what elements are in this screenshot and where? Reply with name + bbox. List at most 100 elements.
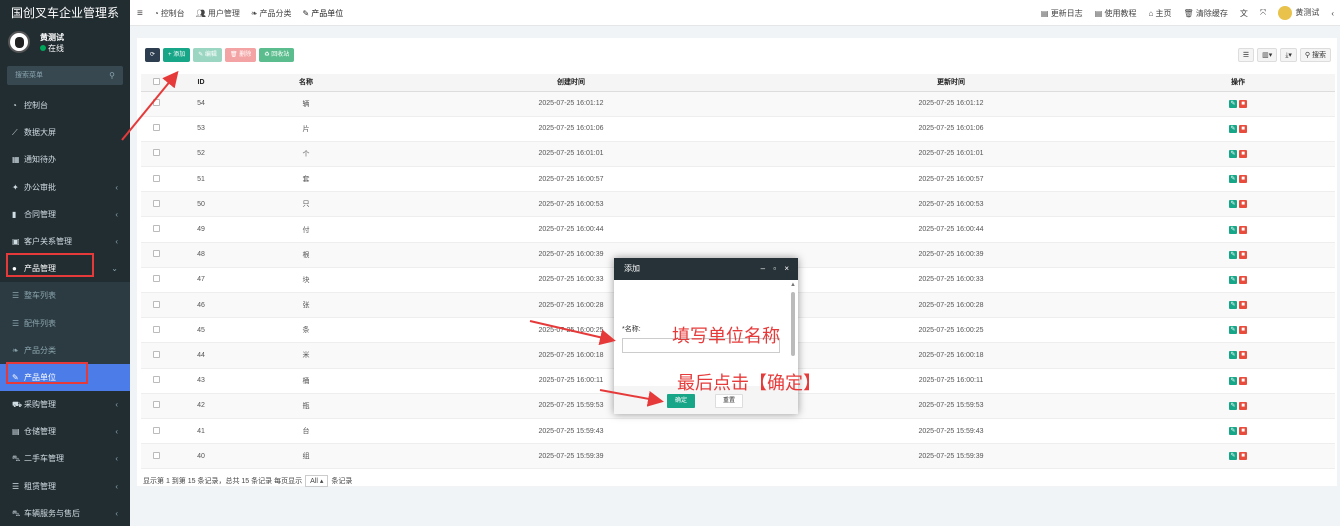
- delete-row-icon[interactable]: ■: [1239, 351, 1247, 360]
- edit-row-icon[interactable]: ✎: [1229, 326, 1237, 335]
- row-checkbox[interactable]: [141, 368, 171, 394]
- sidebar-item-dashboard[interactable]: ◔ 控制台: [0, 92, 130, 119]
- edit-row-icon[interactable]: ✎: [1229, 149, 1237, 158]
- confirm-button[interactable]: 确定: [667, 394, 695, 408]
- delete-row-icon[interactable]: ■: [1239, 149, 1247, 158]
- reset-button[interactable]: 重置: [715, 394, 743, 408]
- edit-row-icon[interactable]: ✎: [1229, 250, 1237, 259]
- translate-icon[interactable]: 文: [1240, 8, 1248, 19]
- delete-row-icon[interactable]: ■: [1239, 225, 1247, 234]
- add-button[interactable]: + 添加: [163, 48, 191, 62]
- select-all-checkbox[interactable]: [141, 74, 171, 92]
- sidebar-item-warehouse[interactable]: ▤ 仓储管理 ‹: [0, 418, 130, 445]
- refresh-button[interactable]: ⟳: [145, 48, 161, 62]
- fullscreen-icon[interactable]: ⤧: [1260, 8, 1266, 18]
- tab-product-category[interactable]: ❧ 产品分类: [251, 8, 292, 19]
- table-row[interactable]: 50 只 2025-07-25 16:00:53 2025-07-25 16:00:5…: [141, 191, 1335, 218]
- tab-product-unit[interactable]: ✎ 产品单位: [303, 8, 344, 19]
- row-checkbox[interactable]: [141, 116, 171, 142]
- row-checkbox[interactable]: [141, 166, 171, 193]
- delete-row-icon[interactable]: ■: [1239, 250, 1247, 259]
- tutorial-link[interactable]: ▤ 使用教程: [1095, 8, 1137, 19]
- row-checkbox[interactable]: [141, 393, 171, 419]
- row-checkbox[interactable]: [141, 216, 171, 243]
- export-button[interactable]: ⤓▾: [1280, 48, 1297, 62]
- delete-row-icon[interactable]: ■: [1239, 200, 1247, 209]
- edit-row-icon[interactable]: ✎: [1229, 124, 1237, 133]
- delete-row-icon[interactable]: ■: [1239, 175, 1247, 184]
- tab-user-management[interactable]: 👥︎ 用户管理: [196, 8, 240, 19]
- row-checkbox[interactable]: [141, 91, 171, 117]
- sidebar-item-crm[interactable]: ▣ 客户关系管理 ‹: [0, 228, 130, 255]
- delete-row-icon[interactable]: ■: [1239, 275, 1247, 284]
- sidebar-item-lease[interactable]: ☰ 租赁管理 ‹: [0, 473, 130, 500]
- table-row[interactable]: 52 个 2025-07-25 16:01:01 2025-07-25 16:01:0…: [141, 141, 1335, 168]
- col-header-name[interactable]: 名称: [231, 74, 381, 92]
- tab-dashboard[interactable]: ◔ 控制台: [154, 8, 185, 19]
- delete-row-icon[interactable]: ■: [1239, 301, 1247, 310]
- table-row[interactable]: 40 组 2025-07-25 15:59:39 2025-07-25 15:59:3…: [141, 443, 1335, 470]
- sidebar-item-contract[interactable]: ▮ 合同管理 ‹: [0, 201, 130, 228]
- row-checkbox[interactable]: [141, 443, 171, 470]
- edit-row-icon[interactable]: ✎: [1229, 99, 1237, 108]
- minimize-icon[interactable]: –: [761, 264, 768, 273]
- table-row[interactable]: 53 片 2025-07-25 16:01:06 2025-07-25 16:01:0…: [141, 116, 1335, 142]
- edit-row-icon[interactable]: ✎: [1229, 200, 1237, 209]
- sidebar-item-vehicle-service[interactable]: ⛍ 车辆服务与售后 ‹: [0, 500, 130, 526]
- changelog-link[interactable]: ▤ 更新日志: [1041, 8, 1083, 19]
- sidebar-item-product-category[interactable]: ❧ 产品分类: [0, 336, 130, 364]
- row-checkbox[interactable]: [141, 191, 171, 218]
- sidebar-search-input[interactable]: 搜索菜单 ⚲: [7, 66, 123, 85]
- home-link[interactable]: ⌂ 主页: [1148, 8, 1171, 19]
- menu-toggle-icon[interactable]: ≡: [137, 8, 143, 19]
- user-menu[interactable]: 黄测试: [1278, 6, 1319, 20]
- sidebar-item-purchase[interactable]: ⛟ 采购管理 ‹: [0, 391, 130, 418]
- row-checkbox[interactable]: [141, 317, 171, 344]
- sidebar-item-vehicle-list[interactable]: ☰ 整车列表: [0, 282, 130, 310]
- scroll-up-icon[interactable]: ▲: [790, 282, 796, 288]
- sidebar-item-data-screen[interactable]: ⟋ 数据大屏: [0, 119, 130, 146]
- row-checkbox[interactable]: [141, 418, 171, 445]
- table-row[interactable]: 49 付 2025-07-25 16:00:44 2025-07-25 16:00:4…: [141, 216, 1335, 243]
- recycle-bin-button[interactable]: ♻ 回收站: [259, 48, 295, 62]
- edit-row-icon[interactable]: ✎: [1229, 427, 1237, 436]
- table-row[interactable]: 51 套 2025-07-25 16:00:57 2025-07-25 16:00:5…: [141, 166, 1335, 193]
- delete-row-icon[interactable]: ■: [1239, 326, 1247, 335]
- search-button[interactable]: ⚲ 搜索: [1299, 48, 1331, 62]
- edit-row-icon[interactable]: ✎: [1229, 376, 1237, 385]
- edit-button[interactable]: ✎ 编辑: [193, 48, 222, 62]
- delete-row-icon[interactable]: ■: [1239, 99, 1247, 108]
- edit-row-icon[interactable]: ✎: [1229, 401, 1237, 410]
- delete-row-icon[interactable]: ■: [1239, 376, 1247, 385]
- row-checkbox[interactable]: [141, 292, 171, 319]
- edit-row-icon[interactable]: ✎: [1229, 275, 1237, 284]
- close-icon[interactable]: ×: [784, 264, 792, 273]
- delete-button[interactable]: 🗑︎ 删除: [224, 48, 257, 62]
- search-icon[interactable]: ⚲: [109, 66, 115, 85]
- sidebar-item-notifications[interactable]: ▦ 通知待办: [0, 146, 130, 173]
- delete-row-icon[interactable]: ■: [1239, 427, 1247, 436]
- col-header-updated[interactable]: 更新时间: [761, 74, 1141, 92]
- delete-row-icon[interactable]: ■: [1239, 401, 1247, 410]
- row-checkbox[interactable]: [141, 342, 171, 369]
- table-row[interactable]: 41 台 2025-07-25 15:59:43 2025-07-25 15:59:4…: [141, 418, 1335, 445]
- row-checkbox[interactable]: [141, 141, 171, 168]
- col-header-created[interactable]: 创建时间: [381, 74, 761, 92]
- edit-row-icon[interactable]: ✎: [1229, 452, 1237, 461]
- edit-row-icon[interactable]: ✎: [1229, 175, 1237, 184]
- sidebar-item-office-approval[interactable]: ✦ 办公审批 ‹: [0, 174, 130, 201]
- settings-icon[interactable]: ‹: [1331, 9, 1334, 18]
- row-checkbox[interactable]: [141, 242, 171, 268]
- col-header-id[interactable]: ID: [171, 74, 231, 92]
- clear-cache-button[interactable]: 🗑︎ 清除缓存: [1184, 8, 1228, 19]
- row-checkbox[interactable]: [141, 267, 171, 294]
- delete-row-icon[interactable]: ■: [1239, 452, 1247, 461]
- edit-row-icon[interactable]: ✎: [1229, 351, 1237, 360]
- sidebar-item-parts-list[interactable]: ☰ 配件列表: [0, 309, 130, 337]
- table-row[interactable]: 54 辆 2025-07-25 16:01:12 2025-07-25 16:01:1…: [141, 91, 1335, 117]
- app-title[interactable]: 国创叉车企业管理系: [0, 0, 130, 26]
- toggle-view-button[interactable]: ☰: [1237, 48, 1255, 62]
- edit-row-icon[interactable]: ✎: [1229, 301, 1237, 310]
- delete-row-icon[interactable]: ■: [1239, 124, 1247, 133]
- edit-row-icon[interactable]: ✎: [1229, 225, 1237, 234]
